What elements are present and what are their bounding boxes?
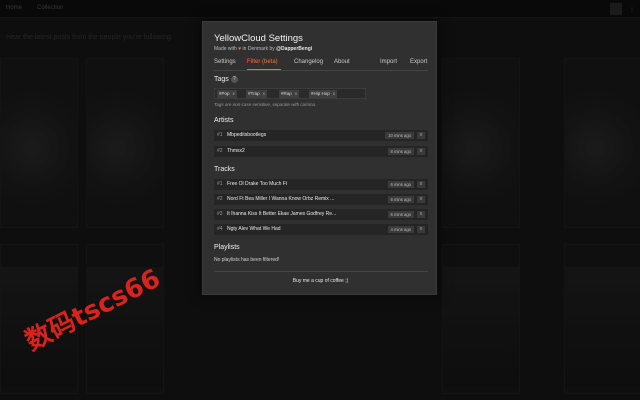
artist-name: Thmsx2 — [227, 148, 245, 154]
tab-about[interactable]: About — [334, 59, 350, 65]
remove-icon[interactable]: x — [417, 196, 425, 203]
remove-icon[interactable]: x — [417, 181, 425, 188]
artists-heading: Artists — [214, 117, 234, 124]
item-number: #1 — [217, 132, 223, 138]
playlists-empty-message: No playlists has been filtered! — [214, 257, 280, 263]
remove-tag-icon[interactable]: x — [263, 91, 265, 96]
item-number: #4 — [217, 226, 223, 232]
tag-chip: #Hip Hop x — [309, 90, 338, 98]
list-item: #3 It Ihanna Kiss It Better Ekae James G… — [214, 209, 428, 220]
remove-icon[interactable]: x — [417, 132, 425, 139]
list-item: #2 Thmsx2 8 mins ago x — [214, 146, 428, 157]
heart-icon: ♥ — [238, 46, 242, 52]
tag-label: #Pop — [219, 91, 230, 96]
remove-icon[interactable]: x — [417, 148, 425, 155]
track-name: Free Ol Drake Too Much Ft — [227, 181, 288, 187]
item-number: #1 — [217, 181, 223, 187]
tag-label: #Trap — [248, 91, 260, 96]
tag-chip: #Pop x — [217, 90, 237, 98]
author-link[interactable]: @DapperBengi — [276, 46, 312, 52]
footer-divider — [214, 271, 428, 272]
tab-export[interactable]: Export — [410, 59, 427, 65]
settings-modal: YellowCloud Settings Made with ♥ in Denm… — [202, 21, 437, 295]
tracks-heading: Tracks — [214, 166, 235, 173]
settings-tabs: Settings Filter (beta) Changelog About I… — [214, 59, 428, 70]
item-number: #2 — [217, 196, 223, 202]
tags-heading-label: Tags — [214, 76, 229, 83]
remove-icon[interactable]: x — [417, 226, 425, 233]
modal-subtitle: Made with ♥ in Denmark by @DapperBengi — [214, 46, 312, 52]
list-item: #4 Ngty Alev What We Had 4 mins ago x — [214, 224, 428, 235]
track-name: Ngty Alev What We Had — [227, 226, 281, 232]
tag-label: #Hip Hop — [311, 91, 330, 96]
time-badge: 6 mins ago — [387, 196, 414, 203]
tab-changelog[interactable]: Changelog — [294, 59, 323, 65]
subtitle-prefix: Made with — [214, 46, 237, 52]
tab-filter[interactable]: Filter (beta) — [247, 59, 278, 65]
track-name: It Ihanna Kiss It Better Ekae James Godf… — [227, 211, 337, 217]
help-icon[interactable]: ? — [230, 76, 238, 83]
remove-icon[interactable]: x — [417, 211, 425, 218]
item-number: #2 — [217, 148, 223, 154]
item-number: #3 — [217, 211, 223, 217]
subtitle-mid: in Denmark by — [242, 46, 275, 52]
remove-tag-icon[interactable]: x — [295, 91, 297, 96]
tags-input[interactable]: #Pop x #Trap x #Rap x #Hip Hop x — [214, 88, 366, 99]
tab-import[interactable]: Import — [380, 59, 397, 65]
playlists-heading: Playlists — [214, 244, 240, 251]
list-item: #2 Nord Ft Bea Miller I Wanna Know Orbz … — [214, 194, 428, 205]
list-item: #1 Free Ol Drake Too Much Ft 6 mins ago … — [214, 179, 428, 190]
tabs-divider — [214, 70, 428, 71]
tag-label: #Rap — [281, 91, 292, 96]
tag-chip: #Rap x — [279, 90, 300, 98]
time-badge: 6 mins ago — [387, 211, 414, 218]
buy-coffee-link[interactable]: Buy me a cup of coffee ;) — [203, 278, 438, 284]
tags-heading: Tags? — [214, 76, 238, 83]
remove-tag-icon[interactable]: x — [233, 91, 235, 96]
time-badge: 8 mins ago — [387, 148, 414, 155]
artist-name: Mbpeditsbootlegs — [227, 132, 267, 138]
modal-title: YellowCloud Settings — [214, 33, 303, 44]
tab-settings[interactable]: Settings — [214, 59, 236, 65]
time-badge: 6 mins ago — [387, 181, 414, 188]
time-badge: 10 mins ago — [385, 132, 414, 139]
list-item: #1 Mbpeditsbootlegs 10 mins ago x — [214, 130, 428, 141]
tags-hint: Tags are non-case sensitive, separate wi… — [214, 102, 317, 107]
track-name: Nord Ft Bea Miller I Wanna Know Orbz Rem… — [227, 196, 335, 202]
tag-chip: #Trap x — [246, 90, 267, 98]
time-badge: 4 mins ago — [387, 226, 414, 233]
remove-tag-icon[interactable]: x — [333, 91, 335, 96]
